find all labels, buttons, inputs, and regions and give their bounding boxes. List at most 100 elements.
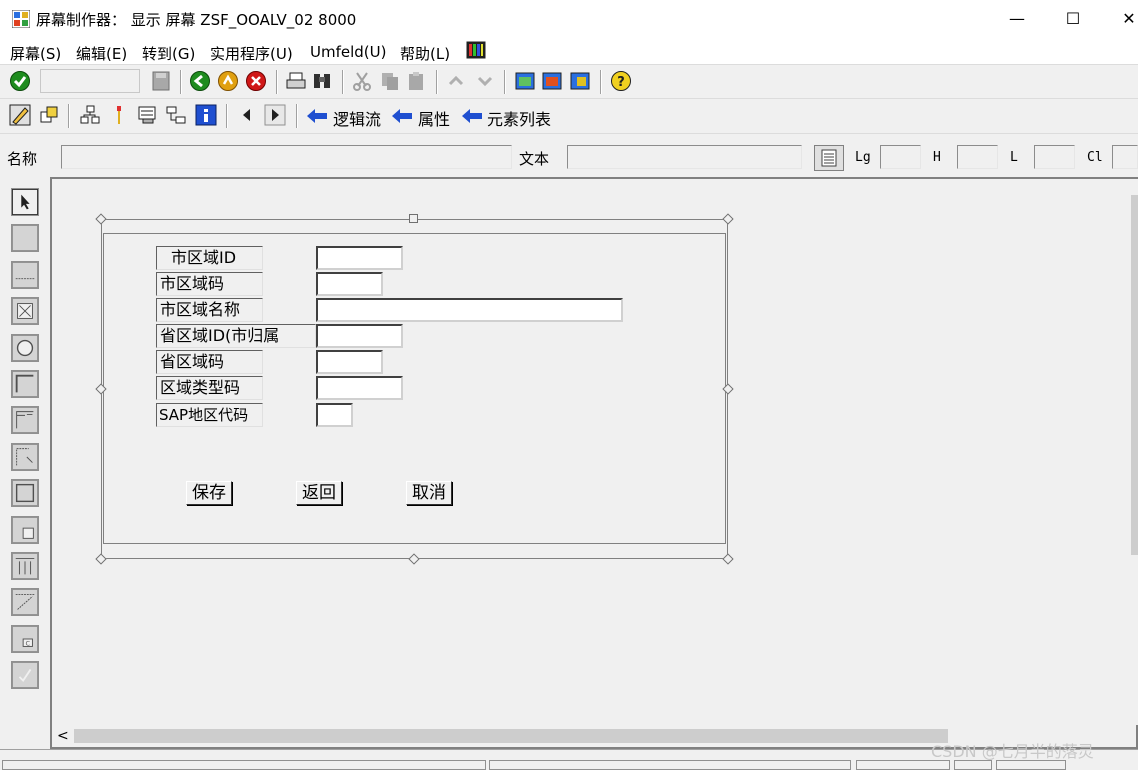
- layout-window-icon[interactable]: [514, 70, 536, 92]
- table-wizard-tool-icon[interactable]: [11, 588, 39, 616]
- toolbar-separator: [296, 104, 298, 128]
- input-field-tool-icon[interactable]: [11, 261, 39, 289]
- city-region-code-input[interactable]: [316, 272, 383, 296]
- tabstrip-tool-icon[interactable]: [11, 406, 39, 434]
- lg-label: Lg: [855, 150, 871, 165]
- sap-region-code-input[interactable]: [316, 403, 353, 427]
- province-region-code-label[interactable]: 省区域码: [156, 350, 263, 374]
- element-list-button[interactable]: 元素列表: [487, 106, 551, 130]
- element-list-arrow-icon: [462, 109, 482, 123]
- cancel-icon[interactable]: [245, 70, 267, 92]
- dictionary-button-icon[interactable]: [814, 145, 844, 171]
- name-label: 名称: [7, 150, 38, 168]
- radio-button-tool-icon[interactable]: [11, 334, 39, 362]
- toolbar-separator: [226, 104, 228, 128]
- dictionary-fields-icon[interactable]: [137, 104, 159, 126]
- table-control-tool-icon[interactable]: [11, 552, 39, 580]
- layout-window-yellow-icon[interactable]: [569, 70, 591, 92]
- save-icon[interactable]: [150, 70, 172, 92]
- copy-icon[interactable]: [379, 70, 401, 92]
- region-type-code-input[interactable]: [316, 376, 403, 400]
- undo-icon[interactable]: [446, 70, 468, 92]
- l-field[interactable]: [1034, 145, 1075, 169]
- province-region-id-input[interactable]: [316, 324, 403, 348]
- horizontal-scrollbar-thumb[interactable]: [74, 729, 948, 743]
- save-button[interactable]: 保存: [186, 481, 232, 505]
- l-label: L: [1010, 150, 1018, 165]
- copy-element-icon[interactable]: [38, 104, 60, 126]
- cl-label: Cl: [1087, 150, 1103, 165]
- city-region-code-label[interactable]: 市区域码: [156, 272, 263, 296]
- help-icon[interactable]: ?: [610, 70, 632, 92]
- pointer-tool-icon[interactable]: [11, 188, 39, 216]
- close-button[interactable]: ✕: [1106, 4, 1138, 34]
- flow-structure-icon[interactable]: [165, 104, 187, 126]
- redo-icon[interactable]: [473, 70, 495, 92]
- text-label: 文本: [519, 150, 550, 168]
- region-type-code-label[interactable]: 区域类型码: [156, 376, 263, 400]
- tabstrip-wizard-tool-icon[interactable]: [11, 443, 39, 471]
- custom-control-tool-icon[interactable]: C: [11, 625, 39, 653]
- svg-text:?: ?: [617, 75, 625, 90]
- lg-field[interactable]: [880, 145, 921, 169]
- minimize-button[interactable]: —: [994, 4, 1040, 34]
- city-region-id-input[interactable]: [316, 246, 403, 270]
- city-region-name-input[interactable]: [316, 298, 623, 322]
- name-field[interactable]: [61, 145, 512, 169]
- screen-painter-app-icon: [12, 10, 30, 28]
- menu-utilities[interactable]: 实用程序(U): [210, 43, 293, 64]
- checkbox-tool-icon[interactable]: [11, 297, 39, 325]
- status-info-area: [489, 760, 851, 770]
- maximize-button[interactable]: ☐: [1050, 4, 1096, 34]
- sap-region-code-label[interactable]: SAP地区代码: [156, 403, 263, 427]
- exit-icon[interactable]: [217, 70, 239, 92]
- menu-environment[interactable]: Umfeld(U): [310, 43, 386, 61]
- toolbar-separator: [600, 70, 602, 94]
- menu-edit[interactable]: 编辑(E): [76, 43, 127, 64]
- find-icon[interactable]: [311, 70, 333, 92]
- back-icon[interactable]: [189, 70, 211, 92]
- pin-icon[interactable]: [108, 104, 130, 126]
- province-region-code-input[interactable]: [316, 350, 383, 374]
- enter-check-icon[interactable]: [9, 70, 31, 92]
- hierarchy-icon[interactable]: [79, 104, 101, 126]
- pushbutton-tool-icon[interactable]: [11, 370, 39, 398]
- print-icon[interactable]: [285, 70, 307, 92]
- vertical-scrollbar-thumb[interactable]: [1131, 195, 1138, 555]
- toolbar-separator: [436, 70, 438, 94]
- h-label: H: [933, 150, 941, 165]
- cut-icon[interactable]: [351, 70, 373, 92]
- box-tool-icon[interactable]: [11, 479, 39, 507]
- h-field[interactable]: [957, 145, 998, 169]
- back-button[interactable]: 返回: [296, 481, 342, 505]
- province-region-id-label[interactable]: 省区域ID(市归属: [156, 324, 316, 348]
- toolbar-separator: [504, 70, 506, 94]
- resize-handle-top[interactable]: [409, 214, 418, 223]
- status-icon-tool-icon[interactable]: [11, 661, 39, 689]
- cl-field[interactable]: [1112, 145, 1138, 169]
- layout-window-red-icon[interactable]: [541, 70, 563, 92]
- menu-goto[interactable]: 转到(G): [142, 43, 195, 64]
- edit-mode-icon[interactable]: [9, 104, 31, 126]
- cancel-button[interactable]: 取消: [406, 481, 452, 505]
- city-region-id-label[interactable]: 市区域ID: [156, 246, 263, 270]
- menu-screen[interactable]: 屏幕(S): [10, 43, 61, 64]
- toolbar-separator: [180, 70, 182, 94]
- city-region-name-label[interactable]: 市区域名称: [156, 298, 263, 322]
- toolbar-separator: [342, 70, 344, 94]
- flow-logic-button[interactable]: 逻辑流: [333, 106, 381, 130]
- subscreen-tool-icon[interactable]: [11, 516, 39, 544]
- previous-screen-icon[interactable]: [236, 104, 258, 126]
- attributes-button[interactable]: 属性: [418, 106, 450, 130]
- attributes-arrow-icon: [392, 109, 412, 123]
- text-field[interactable]: [567, 145, 802, 169]
- gui-layout-icon[interactable]: [466, 41, 486, 59]
- menu-help[interactable]: 帮助(L): [400, 43, 450, 64]
- text-field-tool-icon[interactable]: [11, 224, 39, 252]
- command-field[interactable]: [40, 69, 140, 93]
- flow-logic-arrow-icon: [307, 109, 327, 123]
- paste-icon[interactable]: [405, 70, 427, 92]
- info-icon[interactable]: [195, 104, 217, 126]
- next-screen-icon[interactable]: [264, 104, 286, 126]
- scroll-left-arrow[interactable]: <: [57, 726, 69, 746]
